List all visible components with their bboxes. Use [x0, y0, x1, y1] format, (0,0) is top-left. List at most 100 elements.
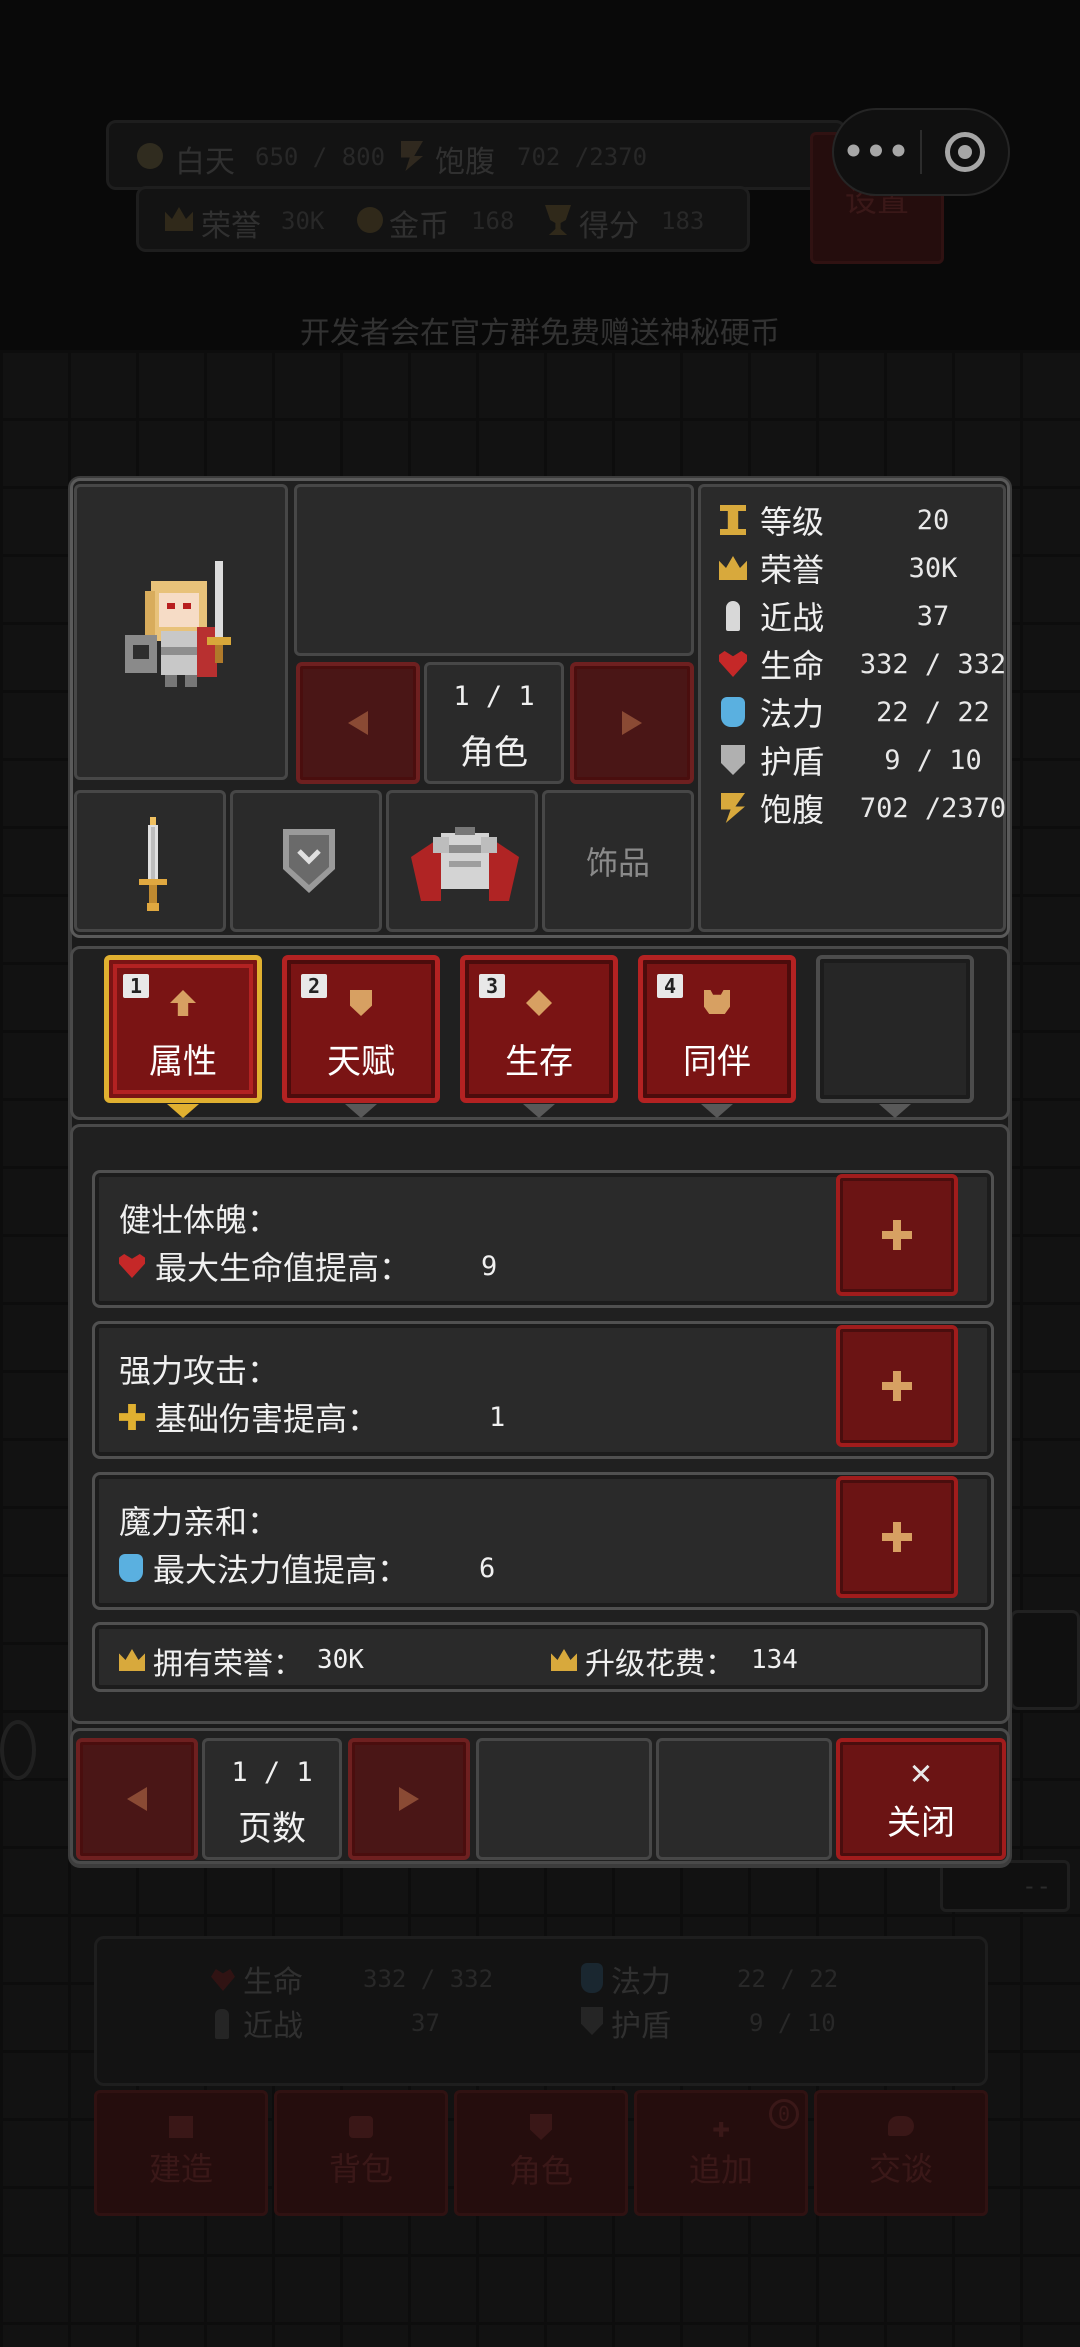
skill-3-value: 6 [479, 1552, 496, 1584]
skill-2-desc-row: 基础伤害提高： 1 [119, 1394, 505, 1440]
arrow-right-icon [399, 1787, 419, 1811]
upgrade-skill-3-button[interactable] [836, 1476, 958, 1598]
knight-portrait-icon [125, 561, 231, 687]
stat-mp-value: 22 / 22 [876, 696, 990, 728]
plus-icon [882, 1522, 912, 1552]
arrow-left-icon [348, 711, 368, 735]
stat-hunger: 饱腹 702 /2370 [716, 786, 1016, 830]
honor-owned-label: 拥有荣誉： [153, 1647, 303, 1682]
preview-cell [294, 484, 694, 656]
stat-hunger-value: 702 /2370 [859, 792, 1007, 824]
heart-icon [119, 1254, 145, 1278]
portrait-cell[interactable] [74, 484, 288, 780]
upgrade-skill-2-button[interactable] [836, 1325, 958, 1447]
tab-companion[interactable]: 4 同伴 [638, 955, 796, 1103]
hunger-icon [721, 793, 745, 823]
next-page-button[interactable] [348, 1738, 470, 1860]
arrow-left-icon [127, 1787, 147, 1811]
tab-survival[interactable]: 3 生存 [460, 955, 618, 1103]
shield-slot[interactable] [230, 790, 382, 932]
stat-mp: 法力 22 / 22 [716, 690, 1016, 734]
stat-melee: 近战 37 [716, 594, 1016, 638]
tab-4-label: 同伴 [683, 1042, 751, 1082]
close-label: 关闭 [887, 1802, 955, 1843]
tab-2-label: 天赋 [327, 1042, 395, 1082]
stat-hp: 生命 332 / 332 [716, 642, 1016, 686]
tab-empty [816, 955, 974, 1103]
skill-3-desc: 最大法力值提高： [153, 1551, 410, 1589]
armor-icon [411, 827, 519, 901]
level-icon [720, 505, 746, 535]
crown-icon [719, 556, 747, 580]
skill-1-value: 9 [481, 1250, 498, 1282]
skill-1-desc-row: 最大生命值提高： 9 [119, 1243, 497, 1289]
shield-icon [721, 745, 745, 775]
tab-talents[interactable]: 2 天赋 [282, 955, 440, 1103]
stat-honor-label: 荣誉 [760, 551, 825, 589]
dagger-icon [726, 601, 740, 631]
honor-summary-bar: 拥有荣誉： 30K 升级花费： 134 [92, 1622, 988, 1692]
armor-slot[interactable] [386, 790, 538, 932]
stat-level: 等级 20 [716, 498, 1016, 542]
prev-page-button[interactable] [76, 1738, 198, 1860]
stat-shield-label: 护盾 [760, 743, 825, 781]
paw-icon [704, 990, 730, 1014]
tab-attributes[interactable]: 1 属性 [104, 955, 262, 1103]
stat-honor: 荣誉 30K [716, 546, 1016, 590]
prev-character-button[interactable] [296, 662, 420, 784]
skill-2-desc: 基础伤害提高： [155, 1400, 380, 1438]
skill-2-value: 1 [489, 1401, 506, 1433]
pager-empty-slot [476, 1738, 652, 1860]
stat-shield-value: 9 / 10 [884, 744, 982, 776]
honor-owned-value: 30K [317, 1645, 364, 1675]
tab-4-indicator [701, 1104, 733, 1118]
crown-icon [551, 1649, 577, 1671]
arrow-up-icon [170, 990, 196, 1016]
tab-5-indicator [879, 1104, 911, 1118]
page-number: 1 / 1 [231, 1757, 313, 1788]
weapon-slot[interactable] [74, 790, 226, 932]
close-button[interactable]: ✕ 关闭 [836, 1738, 1006, 1860]
upgrade-cost-label: 升级花费： [585, 1647, 735, 1682]
stat-hunger-label: 饱腹 [760, 791, 825, 829]
diamond-icon [526, 990, 552, 1016]
shield-icon [283, 829, 335, 893]
arrow-right-icon [622, 711, 642, 735]
stat-level-value: 20 [916, 504, 950, 536]
tab-1-label: 属性 [149, 1042, 217, 1082]
potion-icon [721, 697, 745, 727]
next-character-button[interactable] [570, 662, 694, 784]
stat-honor-value: 30K [908, 552, 958, 584]
accessory-label: 饰品 [585, 844, 650, 882]
heart-icon [719, 651, 747, 677]
page-label: 页数 [238, 1809, 306, 1849]
skill-1-desc: 最大生命值提高： [155, 1249, 412, 1287]
stat-hp-value: 332 / 332 [859, 648, 1007, 680]
sparkle-icon [119, 1404, 145, 1430]
skill-1-title: 健壮体魄： [119, 1201, 280, 1239]
tab-2-indicator [345, 1104, 377, 1118]
page-indicator: 1 / 1 页数 [202, 1738, 342, 1860]
skill-2-title: 强力攻击： [119, 1352, 280, 1390]
plus-icon [882, 1220, 912, 1250]
shield-icon [350, 990, 372, 1016]
potion-icon [119, 1554, 143, 1582]
stat-shield: 护盾 9 / 10 [716, 738, 1016, 782]
stat-melee-value: 37 [916, 600, 950, 632]
upgrade-cost-value: 134 [751, 1645, 798, 1675]
pager-empty-slot [656, 1738, 832, 1860]
close-icon: ✕ [910, 1751, 932, 1793]
character-page-number: 1 / 1 [453, 681, 535, 712]
plus-icon [882, 1371, 912, 1401]
character-page-cell: 1 / 1 角色 [424, 662, 564, 784]
sword-icon [139, 817, 167, 911]
upgrade-skill-1-button[interactable] [836, 1174, 958, 1296]
skill-3-desc-row: 最大法力值提高： 6 [119, 1545, 495, 1591]
skill-3-title: 魔力亲和： [119, 1503, 280, 1541]
tab-1-indicator [167, 1104, 199, 1118]
accessory-slot[interactable]: 饰品 [542, 790, 694, 932]
stat-mp-label: 法力 [760, 695, 825, 733]
tab-3-label: 生存 [505, 1042, 573, 1082]
tab-3-indicator [523, 1104, 555, 1118]
stat-level-label: 等级 [760, 503, 825, 541]
